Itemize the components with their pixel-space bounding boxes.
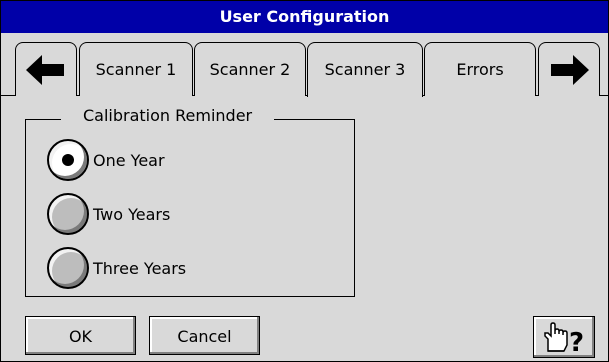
user-configuration-window: User Configuration Scanner 1 Scanner 2 S… xyxy=(0,0,609,362)
scroll-tabs-right-button[interactable] xyxy=(538,42,600,96)
arrow-right-icon xyxy=(551,54,589,85)
radio-label-two-years: Two Years xyxy=(93,204,171,224)
radio-button-icon[interactable] xyxy=(47,193,89,235)
window-title: User Configuration xyxy=(1,1,608,33)
radio-selected-dot xyxy=(62,154,74,166)
svg-text:?: ? xyxy=(569,328,584,355)
calibration-reminder-label: Calibration Reminder xyxy=(61,105,275,127)
tab-scanner-2[interactable]: Scanner 2 xyxy=(194,42,306,96)
radio-two-years[interactable]: Two Years xyxy=(47,193,170,235)
radio-label-one-year: One Year xyxy=(93,150,165,170)
radio-button-icon[interactable] xyxy=(47,139,89,181)
radio-three-years[interactable]: Three Years xyxy=(47,247,186,289)
ok-button[interactable]: OK xyxy=(25,316,136,355)
tab-scanner-1[interactable]: Scanner 1 xyxy=(79,42,193,96)
radio-button-icon[interactable] xyxy=(47,247,89,289)
tab-scanner-3[interactable]: Scanner 3 xyxy=(307,42,423,97)
radio-one-year[interactable]: One Year xyxy=(47,139,165,181)
cancel-button[interactable]: Cancel xyxy=(149,316,260,355)
tab-errors[interactable]: Errors xyxy=(424,42,536,96)
scroll-tabs-left-button[interactable] xyxy=(15,42,77,96)
help-pointer-icon: ? xyxy=(544,322,584,355)
help-button[interactable]: ? xyxy=(533,316,595,358)
arrow-left-icon xyxy=(26,54,64,85)
radio-label-three-years: Three Years xyxy=(93,258,187,278)
